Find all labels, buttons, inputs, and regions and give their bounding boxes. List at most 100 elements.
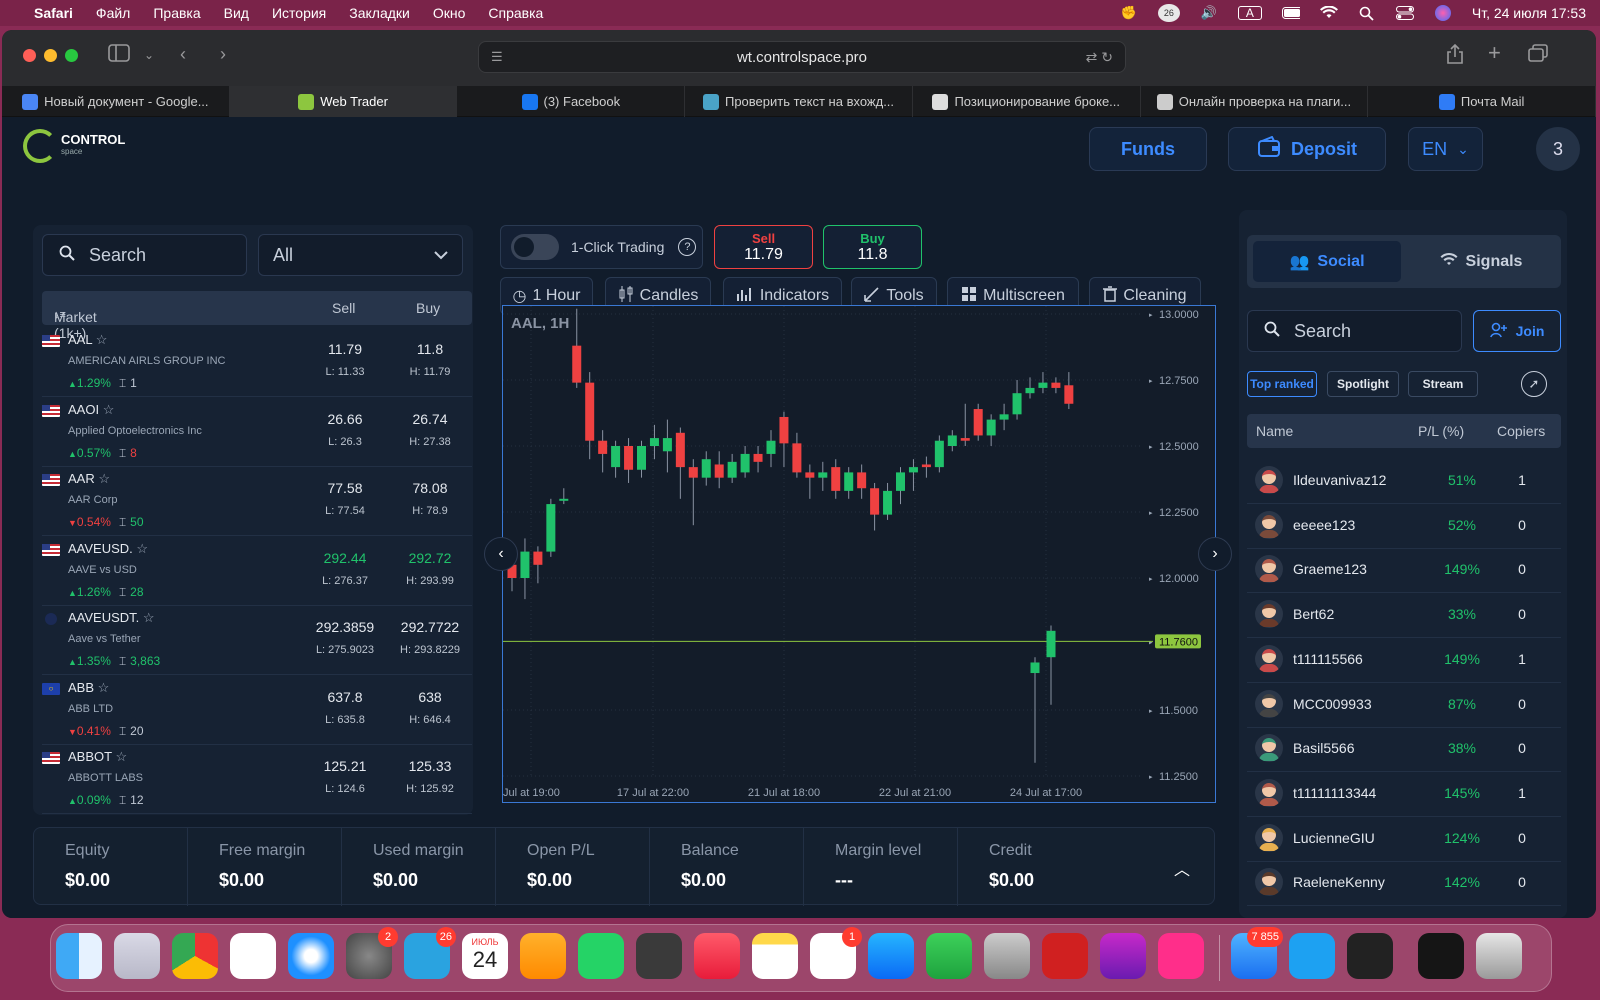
sell-price[interactable]: 292.3859 (300, 619, 390, 635)
market-row[interactable]: AAVEUSDT. ☆ Aave vs Tether ▲1.35% ⌶ 3,863 292… (42, 606, 472, 675)
siri-icon[interactable] (1434, 5, 1452, 21)
ea-icon[interactable] (1347, 933, 1393, 979)
menu-view[interactable]: Вид (224, 5, 249, 21)
trader-row[interactable]: Basil5566 38% 0 (1247, 727, 1561, 773)
trader-name[interactable]: RaeleneKenny (1293, 874, 1385, 890)
star-icon[interactable]: ☆ (98, 471, 110, 486)
control-center-icon[interactable] (1395, 6, 1414, 20)
browser-tab[interactable]: Проверить текст на вхожд... (685, 86, 913, 117)
trader-avatar[interactable] (1255, 823, 1283, 852)
address-text[interactable]: wt.controlspace.pro (737, 49, 867, 66)
sell-price[interactable]: 292.44 (300, 550, 390, 566)
language-selector[interactable]: EN ⌄ (1408, 127, 1483, 171)
input-source-icon[interactable]: A (1237, 6, 1262, 20)
buy-price[interactable]: 78.08 (385, 480, 475, 496)
calendar-icon[interactable]: ИЮЛЬ 24 (462, 933, 508, 979)
back-icon[interactable]: ‹ (180, 44, 186, 65)
browser-tab[interactable]: (3) Facebook (457, 86, 686, 117)
menu-edit[interactable]: Правка (153, 5, 200, 21)
menu-help[interactable]: Справка (488, 5, 543, 21)
sell-price[interactable]: 125.21 (300, 758, 390, 774)
wifi-icon[interactable] (1319, 6, 1338, 20)
new-tab-icon[interactable]: + (1488, 40, 1501, 66)
star-icon[interactable]: ☆ (98, 680, 110, 695)
join-button[interactable]: Join (1473, 310, 1561, 352)
help-icon[interactable]: ? (678, 238, 697, 256)
buy-price[interactable]: 125.33 (385, 758, 475, 774)
trader-avatar[interactable] (1255, 555, 1283, 584)
sell-button[interactable]: Sell 11.79 (714, 225, 813, 269)
trader-name[interactable]: Graeme123 (1293, 561, 1367, 577)
filter-top-ranked[interactable]: Top ranked (1247, 371, 1317, 397)
trader-name[interactable]: MCC009933 (1293, 696, 1372, 712)
star-icon[interactable]: ☆ (96, 332, 108, 347)
controlspace-logo[interactable]: CONTROL space (23, 129, 125, 163)
market-symbol[interactable]: ABBOT ☆ (68, 749, 127, 765)
terminal-window-icon[interactable] (1418, 933, 1464, 979)
sort-icon[interactable]: ↓≡ (54, 309, 66, 321)
wildberries-icon[interactable] (1100, 933, 1146, 979)
buy-price[interactable]: 11.8 (385, 341, 475, 357)
browser-tab[interactable]: Новый документ - Google... (2, 86, 230, 117)
market-row[interactable]: ABBOT ☆ ABBOTT LABS ▲0.09% ⌶ 12 125.21 125.33 L… (42, 745, 472, 814)
tab-group-chevron-icon[interactable]: ⌄ (144, 48, 154, 62)
trader-avatar[interactable] (1255, 689, 1283, 718)
trader-row[interactable]: eeeee123 52% 0 (1247, 504, 1561, 549)
trader-row[interactable]: t111115566 149% 1 (1247, 638, 1561, 683)
tab-overview-icon[interactable] (1528, 44, 1548, 67)
trader-row[interactable]: Graeme123 149% 0 (1247, 548, 1561, 594)
whatsapp-icon[interactable] (578, 933, 624, 979)
sell-price[interactable]: 11.79 (300, 341, 390, 357)
battery-icon[interactable] (1281, 6, 1300, 20)
finder-icon[interactable] (56, 933, 102, 979)
trader-avatar[interactable] (1255, 510, 1283, 539)
trash-icon[interactable] (1476, 933, 1522, 979)
mail-icon[interactable]: 7 855 (1231, 927, 1283, 979)
menu-bookmarks[interactable]: Закладки (349, 5, 410, 21)
safari-icon[interactable] (288, 933, 334, 979)
trader-search-input[interactable]: Search (1247, 310, 1462, 352)
translate-reload-icons[interactable]: ⇄ ↻ (1086, 49, 1113, 66)
buy-price[interactable]: 638 (385, 689, 475, 705)
expand-chevron-icon[interactable]: ︿ (1174, 856, 1190, 880)
reminders-icon[interactable]: 1 (810, 927, 862, 979)
trader-row[interactable]: t11111113344 145% 1 (1247, 772, 1561, 817)
calculator-icon[interactable] (636, 933, 682, 979)
market-symbol[interactable]: ABB ☆ (68, 680, 109, 696)
telegram-icon[interactable]: 26 (404, 927, 456, 979)
market-symbol[interactable]: AAL ☆ (68, 332, 107, 348)
star-icon[interactable]: ☆ (103, 402, 115, 417)
menu-app-name[interactable]: Safari (34, 5, 73, 21)
share-icon[interactable] (1446, 43, 1464, 69)
market-search-input[interactable]: Search (42, 234, 247, 276)
market-filter-dropdown[interactable]: All (258, 234, 463, 276)
toggle-switch[interactable] (511, 234, 559, 260)
sell-price[interactable]: 637.8 (300, 689, 390, 705)
zoom-window-button[interactable] (65, 49, 78, 62)
twitter-icon[interactable] (1289, 933, 1335, 979)
browser-tab[interactable]: Позиционирование броке... (913, 86, 1141, 117)
market-symbol[interactable]: AAR ☆ (68, 471, 110, 487)
page-menu-icon[interactable]: ☰ (491, 49, 503, 65)
trader-avatar[interactable] (1255, 734, 1283, 763)
ozon-icon[interactable] (1158, 933, 1204, 979)
close-window-button[interactable] (23, 49, 36, 62)
system-settings-icon[interactable]: 2 (346, 927, 398, 979)
pages-icon[interactable] (520, 933, 566, 979)
trader-row[interactable]: MCC009933 87% 0 (1247, 683, 1561, 728)
app-store-icon[interactable] (868, 933, 914, 979)
trader-row[interactable]: LucienneGIU 124% 0 (1247, 817, 1561, 862)
trader-name[interactable]: eeeee123 (1293, 517, 1355, 533)
trader-row[interactable]: Ildeuvanivaz12 51% 1 (1247, 459, 1561, 504)
filter-spotlight[interactable]: Spotlight (1327, 371, 1399, 397)
browser-tab[interactable]: Web Trader (229, 86, 458, 117)
trader-row[interactable]: Bert62 33% 0 (1247, 593, 1561, 639)
menu-window[interactable]: Окно (433, 5, 466, 21)
iphone-mirroring-icon[interactable] (984, 933, 1030, 979)
buy-price[interactable]: 26.74 (385, 411, 475, 427)
funds-button[interactable]: Funds (1089, 127, 1207, 171)
trader-avatar[interactable] (1255, 600, 1283, 629)
market-symbol[interactable]: AAVEUSD. ☆ (68, 541, 148, 557)
signals-tab[interactable]: Signals (1407, 241, 1555, 282)
photo-booth-icon[interactable] (1042, 933, 1088, 979)
